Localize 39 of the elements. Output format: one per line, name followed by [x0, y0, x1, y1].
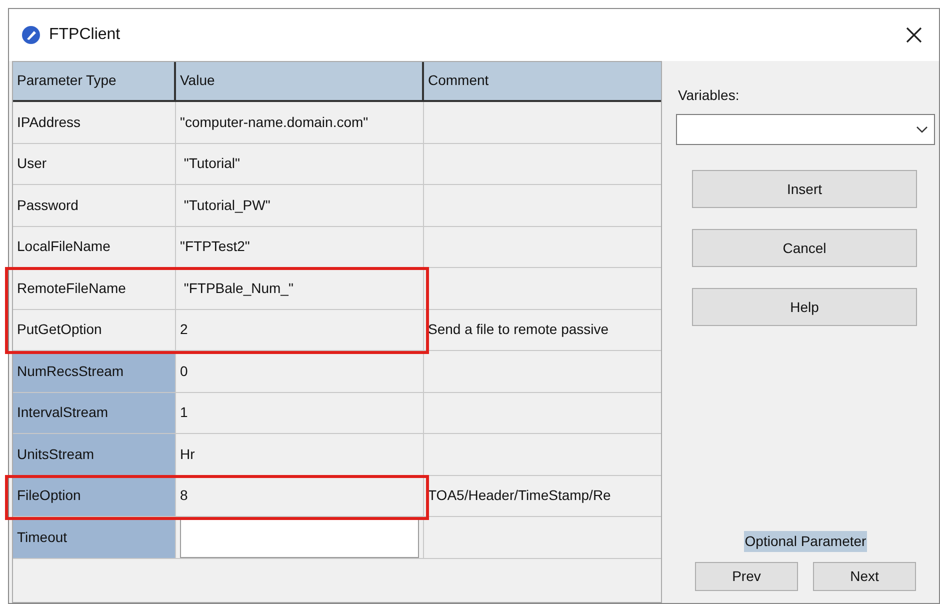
value-text: 8 [180, 486, 188, 506]
nav-button[interactable]: Prev [695, 562, 798, 591]
value-text: 2 [180, 320, 188, 340]
chevron-down-icon [916, 126, 928, 134]
parameter-name: PutGetOption [17, 320, 102, 340]
dialog-button[interactable]: Insert [692, 170, 917, 208]
value-text: "FTPTest2" [180, 237, 250, 256]
parameter-status-text: Optional Parameter [744, 531, 868, 552]
value-input[interactable] [180, 517, 419, 558]
parameter-name: Timeout [17, 528, 68, 547]
column-header: Value [180, 71, 215, 90]
value-text: "Tutorial_PW" [182, 196, 270, 215]
nav-button[interactable]: Next [813, 562, 916, 591]
value-text: Hr [180, 444, 195, 464]
value-text: "Tutorial" [182, 154, 240, 174]
parameter-name: IPAddress [17, 112, 81, 132]
comment-text: Send a file to remote passive [428, 320, 609, 340]
parameter-name: IntervalStream [17, 403, 108, 422]
column-header: Parameter Type [17, 71, 116, 90]
window-title: FTPClient [49, 25, 120, 45]
close-icon[interactable] [905, 26, 923, 44]
variables-dropdown[interactable] [676, 114, 935, 145]
comment-text: TOA5/Header/TimeStamp/Re [428, 486, 611, 506]
value-text: 1 [180, 403, 188, 422]
parameter-name: User [17, 154, 47, 174]
parameter-name: RemoteFileName [17, 278, 126, 298]
dialog-button[interactable]: Help [692, 288, 917, 326]
parameter-name: NumRecsStream [17, 362, 124, 381]
dialog-button[interactable]: Cancel [692, 229, 917, 267]
parameter-name: FileOption [17, 486, 81, 506]
value-text: "computer-name.domain.com" [180, 112, 368, 132]
parameter-name: UnitsStream [17, 444, 94, 464]
variables-label: Variables: [678, 86, 740, 105]
column-header: Comment [428, 71, 489, 90]
parameter-name: Password [17, 196, 78, 215]
value-text: "FTPBale_Num_" [182, 278, 294, 298]
app-logo-icon [21, 25, 41, 45]
parameter-name: LocalFileName [17, 237, 110, 256]
value-text: 0 [180, 362, 188, 381]
